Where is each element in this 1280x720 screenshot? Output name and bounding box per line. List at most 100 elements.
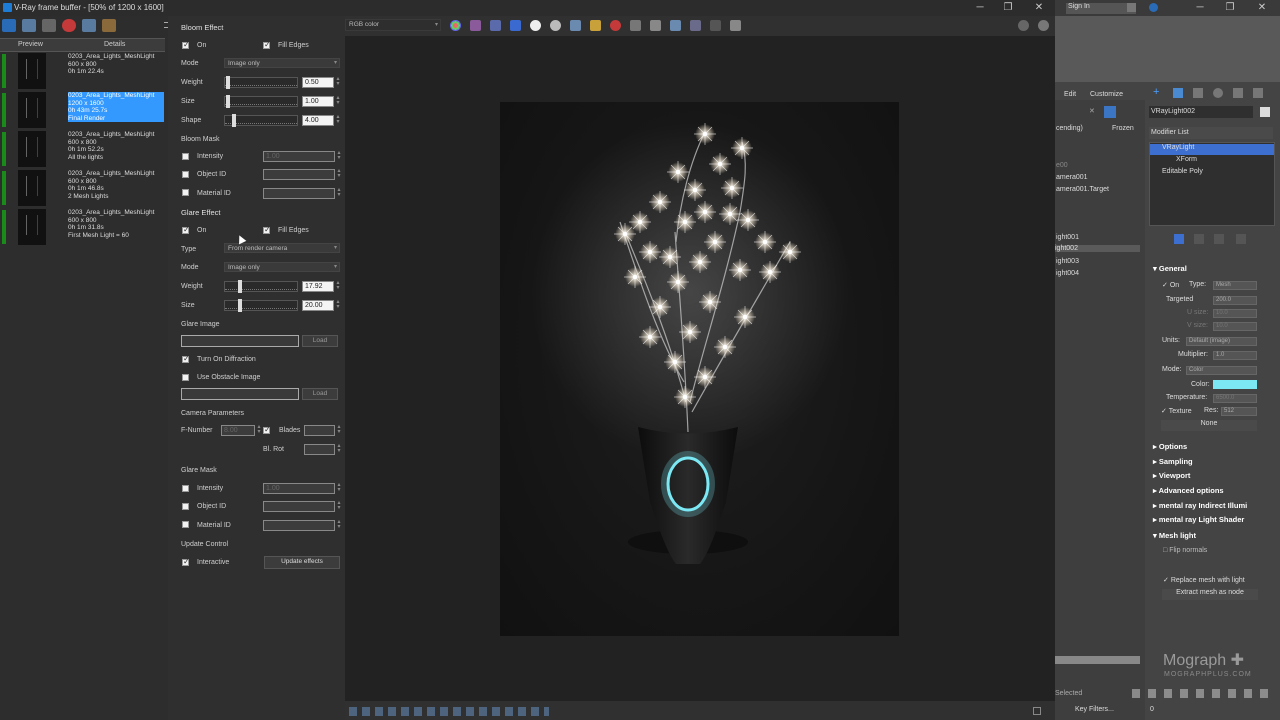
bloom-material-id-checkbox[interactable] <box>182 189 189 196</box>
light-color-swatch[interactable] <box>1213 380 1257 389</box>
spinner-icon[interactable]: ▴ ▾ <box>335 95 341 107</box>
spinner-icon[interactable]: ▴ ▾ <box>336 187 342 199</box>
alpha-channel-icon[interactable] <box>530 20 541 31</box>
texture-none-button[interactable]: None <box>1161 420 1257 431</box>
load-image-icon[interactable] <box>590 20 601 31</box>
render-last-icon[interactable] <box>710 20 721 31</box>
region-render-icon[interactable] <box>670 20 681 31</box>
v-size-field[interactable]: 10.0 <box>1213 322 1257 331</box>
close-icon[interactable]: ✕ <box>1089 107 1095 115</box>
spinner-icon[interactable]: ▴ ▾ <box>335 299 341 311</box>
fnumber-field[interactable]: 8.00 <box>221 425 255 436</box>
glare-fill-edges-checkbox[interactable] <box>263 225 271 234</box>
show-end-result-icon[interactable] <box>1194 234 1204 244</box>
glare-object-id-checkbox[interactable] <box>182 503 189 510</box>
blades-field[interactable] <box>304 425 335 436</box>
spinner-icon[interactable]: ▴ ▾ <box>335 114 341 126</box>
glare-size-slider[interactable] <box>224 299 298 312</box>
scene-item[interactable]: amera001 <box>1056 174 1088 181</box>
rollout-header[interactable]: ▸ mental ray Light Shader <box>1153 515 1268 530</box>
texture-checkbox[interactable]: ✓ Texture <box>1161 407 1192 415</box>
help-icon[interactable] <box>1149 3 1158 12</box>
playback-controls[interactable] <box>1132 689 1272 698</box>
stack-item-xform[interactable]: XForm <box>1152 156 1197 163</box>
glare-image-path-field[interactable] <box>181 335 299 347</box>
spinner-icon[interactable]: ▴ ▾ <box>335 76 341 88</box>
glare-intensity-field[interactable]: 1.00 <box>263 483 335 494</box>
history-item[interactable]: 0203_Area_Lights_MeshLight 600 x 800 0h 1m… <box>0 130 165 168</box>
bloom-size-slider[interactable] <box>224 95 298 108</box>
save-image-icon[interactable] <box>570 20 581 31</box>
load-history-icon[interactable] <box>42 19 56 32</box>
spinner-icon[interactable]: ▴ ▾ <box>336 500 342 512</box>
slider-knob[interactable] <box>238 299 242 312</box>
bloom-object-id-field[interactable] <box>263 169 335 180</box>
history-toggle-icon[interactable] <box>2 19 16 32</box>
extract-mesh-button[interactable]: Extract mesh as node <box>1162 589 1258 600</box>
restore-button[interactable]: ❐ <box>998 1 1018 15</box>
channel-dropdown[interactable]: RGB color ▾ <box>345 19 441 31</box>
glare-size-field[interactable]: 20.00 <box>302 300 334 311</box>
tab-preview[interactable]: Preview <box>18 41 43 48</box>
rollout-header[interactable]: ▸ mental ray Indirect Illumi <box>1153 501 1268 516</box>
bloom-shape-slider[interactable] <box>224 114 298 127</box>
max-restore-button[interactable]: ❐ <box>1220 1 1240 15</box>
expand-icon[interactable] <box>1033 707 1041 715</box>
history-item[interactable]: 0203_Area_Lights_MeshLight 600 x 800 0h 1m… <box>0 169 165 207</box>
bloom-object-id-checkbox[interactable] <box>182 171 189 178</box>
scene-item-selected[interactable]: ight002 <box>1055 245 1140 252</box>
bloom-size-field[interactable]: 1.00 <box>302 96 334 107</box>
fnumber-checkbox[interactable] <box>263 425 271 434</box>
rollout-header[interactable]: ▸ Sampling <box>1153 457 1268 472</box>
stop-render-icon[interactable] <box>730 20 741 31</box>
render-interactive-icon[interactable] <box>1038 20 1049 31</box>
motion-tab-icon[interactable] <box>1213 88 1223 98</box>
light-type-dropdown[interactable]: Mesh <box>1213 281 1257 290</box>
key-filters-button[interactable]: Key Filters... <box>1075 706 1114 713</box>
history-item[interactable]: 0203_Area_Lights_MeshLight 1200 x 1600 0h … <box>0 91 165 129</box>
tab-details[interactable]: Details <box>104 41 125 48</box>
glare-image-load-button[interactable]: Load <box>302 335 338 347</box>
close-button[interactable]: ✕ <box>1029 1 1049 15</box>
bloom-shape-field[interactable]: 4.00 <box>302 115 334 126</box>
search-icon[interactable] <box>1127 3 1136 12</box>
update-effects-button[interactable]: Update effects <box>264 556 340 569</box>
clear-image-icon[interactable] <box>610 20 621 31</box>
frame-field[interactable]: 0 <box>1150 706 1154 713</box>
flip-normals-checkbox[interactable]: □ Flip normals <box>1163 547 1207 554</box>
pin-stack-icon[interactable] <box>1174 234 1184 244</box>
glare-weight-slider[interactable] <box>224 280 298 293</box>
rollout-general-header[interactable]: ▾ General <box>1153 264 1187 273</box>
scene-item[interactable]: ight004 <box>1056 270 1079 277</box>
spinner-icon[interactable]: ▴ ▾ <box>256 424 262 436</box>
spinner-icon[interactable]: ▴ ▾ <box>336 150 342 162</box>
scene-item[interactable]: amera001.Target <box>1056 186 1109 193</box>
slider-knob[interactable] <box>226 95 230 108</box>
light-on-checkbox[interactable]: ✓ On <box>1162 281 1179 289</box>
spinner-icon[interactable]: ▴ ▾ <box>336 168 342 180</box>
filter-icon[interactable] <box>1104 106 1116 118</box>
temperature-field[interactable]: 6500.0 <box>1213 394 1257 403</box>
rollout-header[interactable]: ▸ Options <box>1153 442 1268 457</box>
compare-ab-icon[interactable] <box>82 19 96 32</box>
spinner-icon[interactable]: ▴ ▾ <box>336 519 342 531</box>
object-color-swatch[interactable] <box>1260 107 1270 117</box>
stack-item-editable-poly[interactable]: Editable Poly <box>1152 168 1203 175</box>
max-minimize-button[interactable]: ─ <box>1190 1 1210 15</box>
glare-material-id-field[interactable] <box>263 520 335 531</box>
red-channel-icon[interactable] <box>470 20 481 31</box>
bloom-mode-dropdown[interactable]: Image only ▾ <box>224 58 340 68</box>
blade-rotation-field[interactable] <box>304 444 335 455</box>
settings-icon[interactable] <box>102 19 116 32</box>
rollout-header[interactable]: ▸ Advanced options <box>1153 486 1268 501</box>
make-unique-icon[interactable] <box>1214 234 1224 244</box>
scene-item[interactable]: ight003 <box>1056 258 1079 265</box>
modifier-list-dropdown[interactable]: Modifier List <box>1149 127 1273 139</box>
slider-knob[interactable] <box>238 280 242 293</box>
correction-toolbar-icons[interactable] <box>349 707 549 716</box>
rollout-mesh-light-header[interactable]: ▾ Mesh light <box>1153 531 1196 540</box>
remove-modifier-icon[interactable] <box>1236 234 1246 244</box>
bloom-fill-edges-checkbox[interactable] <box>263 40 271 49</box>
mode-dropdown[interactable]: Color <box>1186 366 1257 375</box>
glare-on-checkbox[interactable] <box>182 225 190 234</box>
